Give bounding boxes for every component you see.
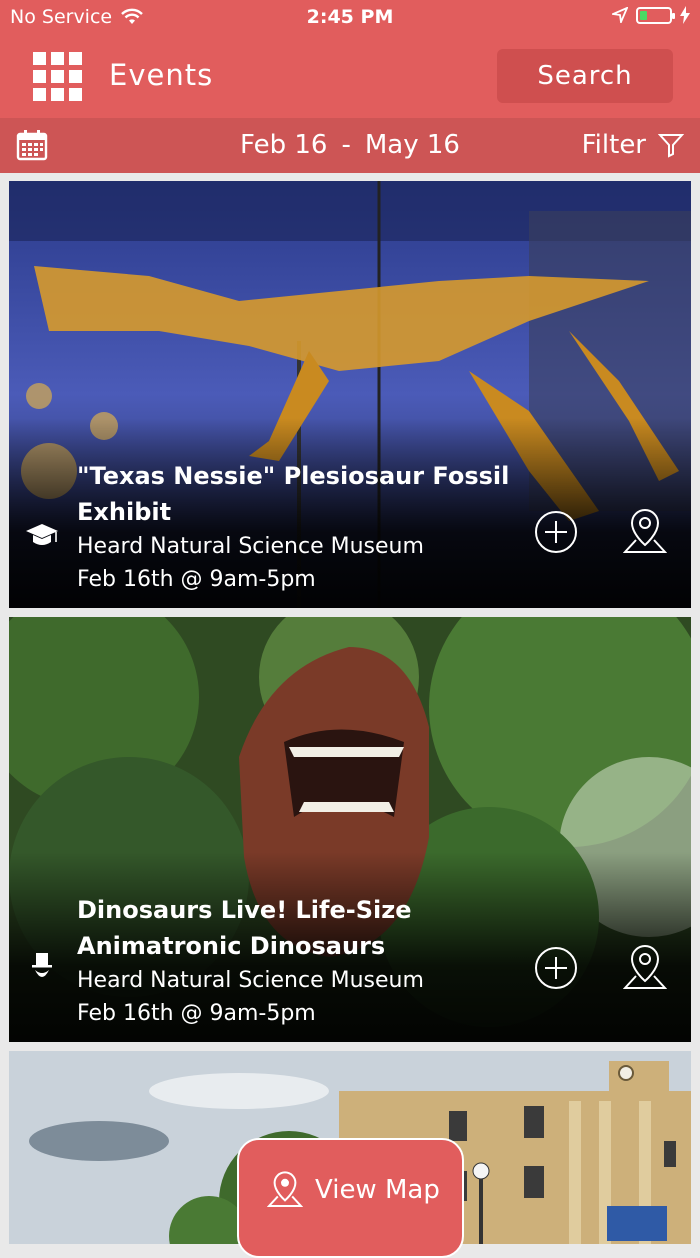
event-title: "Texas Nessie" Plesiosaur Fossil Exhibit: [77, 462, 510, 526]
event-details: Dinosaurs Live! Life-Size Animatronic Di…: [77, 892, 517, 1030]
filter-funnel-icon: [658, 134, 684, 158]
date-filter-bar: Feb 16- May 16 Filter: [0, 118, 700, 173]
event-title: Dinosaurs Live! Life-Size Animatronic Di…: [77, 896, 412, 960]
event-card[interactable]: "Texas Nessie" Plesiosaur Fossil Exhibit…: [9, 181, 691, 608]
filter-button[interactable]: Filter: [582, 130, 684, 160]
graduation-cap-icon: [26, 524, 58, 545]
status-right: [612, 6, 690, 24]
map-pin-icon[interactable]: [623, 507, 667, 557]
add-to-calendar-plus-icon[interactable]: [534, 946, 578, 990]
map-pin-icon: [267, 1171, 303, 1207]
view-map-label: View Map: [315, 1175, 440, 1205]
view-map-content: View Map: [267, 1170, 440, 1210]
view-map-button[interactable]: View Map: [237, 1138, 464, 1258]
app-menu-grid-icon[interactable]: [33, 52, 82, 101]
filter-label: Filter: [581, 130, 646, 160]
status-bar: No Service 2:45 PM: [0, 0, 700, 36]
event-time: Feb 16th @ 9am-5pm: [77, 1001, 316, 1026]
top-hat-icon: [32, 953, 52, 977]
battery-icon: [636, 6, 675, 24]
top-navigation-bar: Events Search: [0, 36, 700, 118]
event-venue: Heard Natural Science Museum: [77, 534, 424, 559]
start-date: Feb 16: [240, 130, 328, 160]
event-details: "Texas Nessie" Plesiosaur Fossil Exhibit…: [77, 458, 517, 596]
date-separator: -: [341, 130, 351, 160]
page-title: Events: [109, 58, 214, 92]
map-pin-icon[interactable]: [623, 943, 667, 993]
end-date: May 16: [364, 130, 460, 160]
add-to-calendar-plus-icon[interactable]: [534, 510, 578, 554]
event-card[interactable]: Dinosaurs Live! Life-Size Animatronic Di…: [9, 617, 691, 1042]
location-arrow-icon: [612, 7, 628, 23]
event-venue: Heard Natural Science Museum: [77, 968, 424, 993]
status-time: 2:45 PM: [306, 6, 394, 28]
search-button[interactable]: Search: [497, 49, 673, 103]
charging-bolt-icon: [680, 6, 690, 24]
event-time: Feb 16th @ 9am-5pm: [77, 567, 316, 592]
